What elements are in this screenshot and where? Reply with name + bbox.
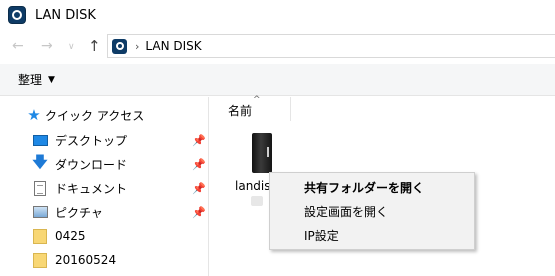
folder-icon bbox=[32, 228, 48, 244]
menu-item-open-shared-folder[interactable]: 共有フォルダーを開く bbox=[270, 176, 474, 198]
address-bar[interactable]: › LAN DISK bbox=[107, 34, 555, 58]
organize-button[interactable]: 整理 bbox=[18, 71, 42, 88]
pin-icon[interactable]: 📌 bbox=[192, 158, 206, 171]
column-header-row: ^ 名前 bbox=[210, 95, 555, 121]
nav-item-pictures[interactable]: ピクチャ 📌 bbox=[0, 201, 209, 223]
title-bar: LAN DISK bbox=[0, 0, 555, 30]
column-divider[interactable] bbox=[290, 97, 291, 121]
landisk-location-icon bbox=[112, 38, 127, 54]
nav-item-label: デスクトップ bbox=[55, 133, 128, 148]
nav-quick-access[interactable]: ★ クイック アクセス bbox=[0, 104, 209, 126]
up-arrow-icon[interactable]: ↑ bbox=[88, 37, 101, 55]
breadcrumb-separator[interactable]: › bbox=[135, 40, 139, 53]
menu-item-ip-settings[interactable]: IP設定 bbox=[270, 224, 474, 246]
nav-item-label: ピクチャ bbox=[55, 205, 103, 220]
window-title: LAN DISK bbox=[35, 7, 96, 23]
star-icon: ★ bbox=[27, 105, 41, 124]
navigation-pane: ★ クイック アクセス デスクトップ 📌 🡇 ダウンロード 📌 ドキュメント 📌… bbox=[0, 97, 209, 276]
command-bar: 整理 ▼ bbox=[0, 64, 555, 96]
nav-item-label: ドキュメント bbox=[55, 181, 128, 196]
menu-item-open-settings[interactable]: 設定画面を開く bbox=[270, 200, 474, 222]
pin-icon[interactable]: 📌 bbox=[192, 134, 206, 147]
column-header-name[interactable]: 名前 bbox=[228, 102, 252, 119]
address-row: ← → ∨ ↑ › LAN DISK bbox=[0, 34, 555, 60]
blurred-subtitle bbox=[251, 196, 263, 206]
nav-item-desktop[interactable]: デスクトップ 📌 bbox=[0, 129, 209, 151]
pin-icon[interactable]: 📌 bbox=[192, 182, 206, 195]
forward-arrow-icon[interactable]: → bbox=[41, 38, 53, 54]
nav-item-documents[interactable]: ドキュメント 📌 bbox=[0, 177, 209, 199]
pin-icon[interactable]: 📌 bbox=[192, 206, 206, 219]
nav-item-label: 20160524 bbox=[55, 253, 117, 267]
sort-ascending-icon: ^ bbox=[253, 95, 261, 105]
desktop-icon bbox=[32, 132, 48, 148]
context-menu: 共有フォルダーを開く 設定画面を開く IP設定 bbox=[269, 172, 475, 250]
documents-icon bbox=[32, 180, 48, 196]
pictures-icon bbox=[32, 204, 48, 220]
download-icon: 🡇 bbox=[32, 152, 48, 171]
folder-icon bbox=[32, 252, 48, 268]
breadcrumb-landisk[interactable]: LAN DISK bbox=[145, 39, 201, 53]
nav-item-label: ダウンロード bbox=[55, 157, 128, 172]
nas-device-icon bbox=[252, 133, 272, 173]
nav-quick-access-label: クイック アクセス bbox=[45, 108, 145, 123]
nav-item-folder-20160524[interactable]: 20160524 bbox=[0, 249, 209, 271]
recent-locations-chevron-icon[interactable]: ∨ bbox=[68, 42, 75, 52]
organize-dropdown-icon[interactable]: ▼ bbox=[48, 75, 55, 85]
nav-item-folder-0425[interactable]: 0425 bbox=[0, 225, 209, 247]
back-arrow-icon[interactable]: ← bbox=[12, 38, 24, 54]
landisk-app-icon bbox=[8, 6, 26, 24]
nav-item-label: 0425 bbox=[55, 229, 86, 243]
nav-item-downloads[interactable]: 🡇 ダウンロード 📌 bbox=[0, 153, 209, 175]
